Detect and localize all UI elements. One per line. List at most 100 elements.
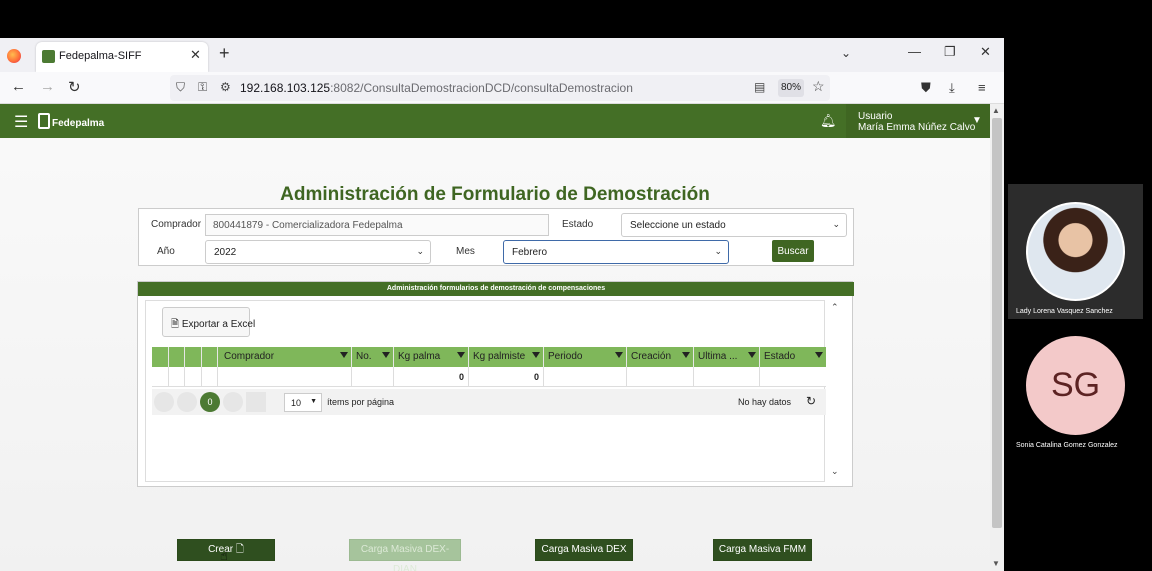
anio-select-value: 2022 [214,247,237,258]
mes-label: Mes [456,246,475,257]
new-tab-icon[interactable]: + [219,43,230,64]
page-size-select[interactable]: 10 ▼ [284,393,322,412]
filter-icon[interactable] [615,352,623,358]
total-cell [169,367,185,387]
fedepalma-favicon-icon [42,50,55,63]
grid-panel-header: Administración formularios de demostraci… [138,282,854,296]
user-label: Usuario [858,111,893,122]
total-cell [627,367,694,387]
column-kg-palmiste[interactable]: Kg palmiste [469,347,544,367]
zoom-level[interactable]: 80% [778,79,804,97]
scroll-down-icon[interactable]: ▼ [992,559,1000,568]
estado-select[interactable]: Seleccione un estado ⌄ [621,213,847,237]
carga-masiva-fmm-button[interactable]: Carga Masiva FMM [713,539,812,561]
expand-column[interactable] [169,347,185,367]
hamburger-menu-icon[interactable]: ☰ [14,112,28,132]
anio-select[interactable]: 2022 ⌄ [205,240,431,264]
filter-icon[interactable] [532,352,540,358]
reload-icon[interactable]: ↻ [68,78,81,96]
first-page-button[interactable] [154,392,174,412]
restore-icon[interactable]: ❐ [944,44,956,60]
refresh-icon[interactable]: ↻ [806,394,816,408]
filter-icon[interactable] [382,352,390,358]
participant-tile: SG Sonia Catalina Gomez Gonzalez [1008,328,1143,458]
grid-column-headers: Comprador No. Kg palma Kg palmiste Perio… [152,347,826,367]
forward-icon[interactable]: → [40,78,55,95]
column-comprador[interactable]: Comprador [218,347,352,367]
scroll-up-icon[interactable]: ⌃ [831,302,839,313]
document-icon: 🗋︎ [235,544,244,555]
column-label: Kg palmiste [473,351,526,362]
carga-masiva-dex-button[interactable]: Carga Masiva DEX [535,539,633,561]
chevron-down-icon[interactable]: ⌄ [841,46,851,60]
prev-page-button[interactable] [177,392,197,412]
participant-name: Lady Lorena Vasquez Sanchez [1016,308,1113,315]
last-page-button[interactable] [246,392,266,412]
minimize-icon[interactable]: — [908,44,921,59]
action-column-2[interactable] [202,347,218,367]
filter-icon[interactable] [340,352,348,358]
caret-down-icon[interactable]: ▼ [972,115,982,126]
page-content: ☰ Fedepalma 🔔︎ Usuario María Emma Núñez … [0,104,990,571]
participant-avatar: SG [1026,336,1125,435]
address-bar[interactable]: ⛉ ⚿ ⚙ 192.168.103.125:8082/ConsultaDemos… [170,75,830,101]
close-window-icon[interactable]: ✕ [980,44,991,60]
pocket-icon[interactable]: ⛊ [921,80,931,96]
user-menu[interactable]: Usuario María Emma Núñez Calvo ▼ [846,104,990,138]
permissions-icon[interactable]: ⚙ [220,80,231,94]
column-periodo[interactable]: Periodo [544,347,627,367]
tab-bar: Fedepalma-SIFF ✕ + ⌄ — ❐ ✕ [0,38,1004,72]
action-column[interactable] [185,347,202,367]
buscar-button[interactable]: Buscar [772,240,814,262]
close-tab-icon[interactable]: ✕ [190,47,201,63]
column-no[interactable]: No. [352,347,394,367]
total-cell [544,367,627,387]
lock-icon[interactable]: ⚿ [198,80,207,95]
mes-select[interactable]: Febrero ⌄ [503,240,729,264]
scroll-down-icon[interactable]: ⌄ [831,466,839,477]
column-ultima[interactable]: Ultima ... [694,347,760,367]
column-label: Comprador [224,351,275,362]
scroll-up-icon[interactable]: ▲ [992,106,1000,115]
mouse-cursor-icon: ☝︎ [220,548,228,563]
excel-icon: 🗎︎ [171,319,180,330]
filter-icon[interactable] [682,352,690,358]
total-cell [218,367,352,387]
page-title: Administración de Formulario de Demostra… [280,184,710,205]
browser-tab[interactable]: Fedepalma-SIFF ✕ [36,42,208,72]
chevron-down-icon: ⌄ [416,246,424,256]
column-creacion[interactable]: Creación [627,347,694,367]
total-cell [694,367,760,387]
page-size-label: ítems por página [327,397,395,407]
column-label: Estado [764,351,796,362]
url-path: :8082/ConsultaDemostracionDCD/consultaDe… [330,81,633,95]
shield-icon[interactable]: ⛉ [176,80,185,95]
no-data-text: No hay datos [738,397,792,407]
column-label: Creación [631,351,672,362]
scroll-thumb[interactable] [992,118,1002,528]
filter-icon[interactable] [815,352,823,358]
reader-view-icon[interactable]: ▤ [754,80,765,94]
download-icon[interactable]: ⤓ [949,80,955,96]
participant-photo [1026,202,1125,301]
grid-panel: Administración formularios de demostraci… [137,281,854,487]
column-estado[interactable]: Estado [760,347,826,367]
select-column[interactable] [152,347,169,367]
page-scrollbar[interactable]: ▲ ▼ [990,104,1004,571]
current-page-button[interactable]: 0 [200,392,220,412]
column-label: Kg palma [398,351,441,362]
comprador-input[interactable]: 800441879 - Comercializadora Fedepalma [205,214,549,236]
grid-totals-row: 0 0 [152,367,826,387]
comprador-label: Comprador [151,219,202,230]
next-page-button[interactable] [223,392,243,412]
grid-scrollbar[interactable]: ⌃ ⌄ [828,300,842,482]
bookmark-star-icon[interactable]: ☆ [812,78,825,95]
bell-icon[interactable]: 🔔︎ [820,113,837,129]
filter-icon[interactable] [748,352,756,358]
export-excel-button[interactable]: 🗎︎ Exportar a Excel [162,307,255,337]
filter-icon[interactable] [457,352,465,358]
column-kg-palma[interactable]: Kg palma [394,347,469,367]
carga-masiva-dex-dian-button[interactable]: Carga Masiva DEX-DIAN [349,539,461,571]
menu-icon[interactable]: ≡ [978,80,986,95]
back-icon[interactable]: ← [11,78,26,95]
